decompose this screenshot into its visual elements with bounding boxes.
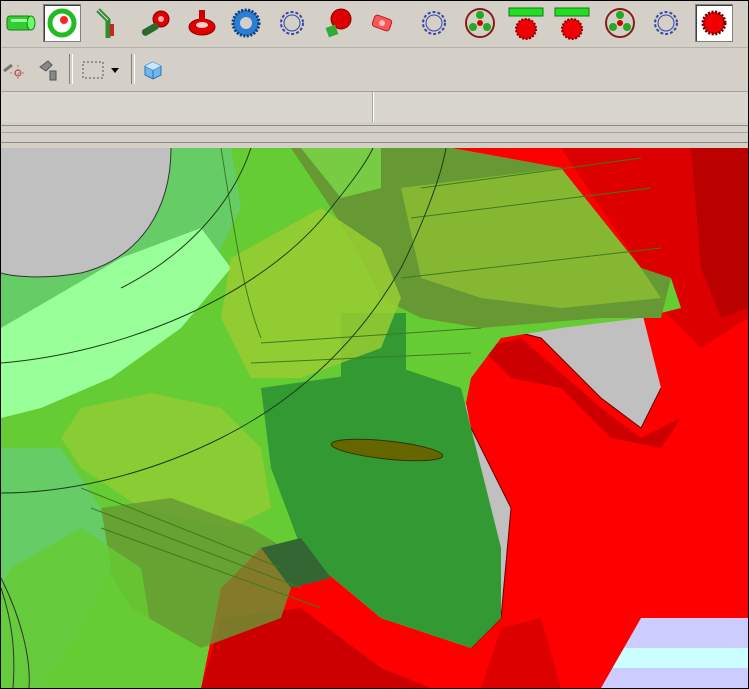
select-box-tool-button[interactable] bbox=[79, 56, 107, 84]
3d-viewport[interactable] bbox=[1, 148, 748, 688]
blue-gear-tool-button[interactable] bbox=[227, 4, 265, 42]
outline-gear-tool-button[interactable] bbox=[273, 4, 311, 42]
outline-gear-icon bbox=[280, 11, 304, 35]
rack-gear-tool-button[interactable] bbox=[507, 4, 545, 42]
green-ring-icon bbox=[47, 8, 77, 38]
app-window bbox=[0, 0, 749, 689]
red-gear-tool-button[interactable] bbox=[695, 4, 733, 42]
magnet-tool-button[interactable] bbox=[35, 56, 63, 84]
header-divider bbox=[372, 92, 374, 122]
view-header-bar bbox=[1, 92, 748, 122]
dropdown-arrow-icon bbox=[111, 68, 119, 73]
planetary-gear-icon bbox=[605, 8, 635, 38]
outline-gear-tool-3-button[interactable] bbox=[647, 4, 685, 42]
3d-view-tool-button[interactable] bbox=[139, 56, 167, 84]
red-ring-icon bbox=[188, 10, 216, 36]
toolbar-top bbox=[1, 1, 748, 48]
rack-gear-tool-2-button[interactable] bbox=[553, 4, 591, 42]
outline-gear-icon bbox=[422, 11, 446, 35]
gear-mesh-render bbox=[1, 148, 748, 688]
cube-icon bbox=[144, 61, 162, 80]
outline-gear-icon bbox=[654, 11, 678, 35]
rack-gear-icon bbox=[554, 7, 590, 40]
snap-crosshair-icon bbox=[3, 63, 26, 81]
outline-gear-tool-2-button[interactable] bbox=[415, 4, 453, 42]
toolbar-separator bbox=[131, 54, 135, 84]
header-rule bbox=[1, 142, 748, 143]
cylinder-tool-button[interactable] bbox=[1, 4, 39, 42]
toolbar-separator bbox=[69, 54, 73, 84]
header-rule bbox=[1, 125, 748, 126]
ring-tool-button[interactable] bbox=[43, 4, 81, 42]
red-ring-tool-button[interactable] bbox=[183, 4, 221, 42]
shaft-tool-button[interactable] bbox=[89, 4, 127, 42]
pink-gear-icon bbox=[371, 14, 393, 32]
bent-shaft-icon bbox=[96, 8, 114, 38]
header-rule bbox=[1, 132, 748, 133]
blue-gear-icon bbox=[231, 8, 261, 38]
rack-gear-icon bbox=[508, 7, 544, 40]
red-green-gear-icon bbox=[325, 8, 352, 38]
pink-gear-tool-button[interactable] bbox=[363, 4, 401, 42]
green-cylinder-icon bbox=[6, 15, 36, 31]
red-green-gear-tool-button[interactable] bbox=[319, 4, 357, 42]
snap-tool-button[interactable] bbox=[1, 56, 29, 84]
magnet-icon bbox=[39, 60, 57, 81]
toolbar-second bbox=[1, 48, 748, 92]
planetary-gear-tool-2-button[interactable] bbox=[601, 4, 639, 42]
planetary-gear-tool-button[interactable] bbox=[461, 4, 499, 42]
red-worm-icon bbox=[141, 10, 170, 36]
select-dropdown-button[interactable] bbox=[107, 56, 123, 84]
worm-tool-button[interactable] bbox=[137, 4, 175, 42]
dashed-select-box-icon bbox=[82, 61, 104, 79]
red-gear-icon bbox=[701, 10, 727, 36]
planetary-gear-icon bbox=[465, 8, 495, 38]
